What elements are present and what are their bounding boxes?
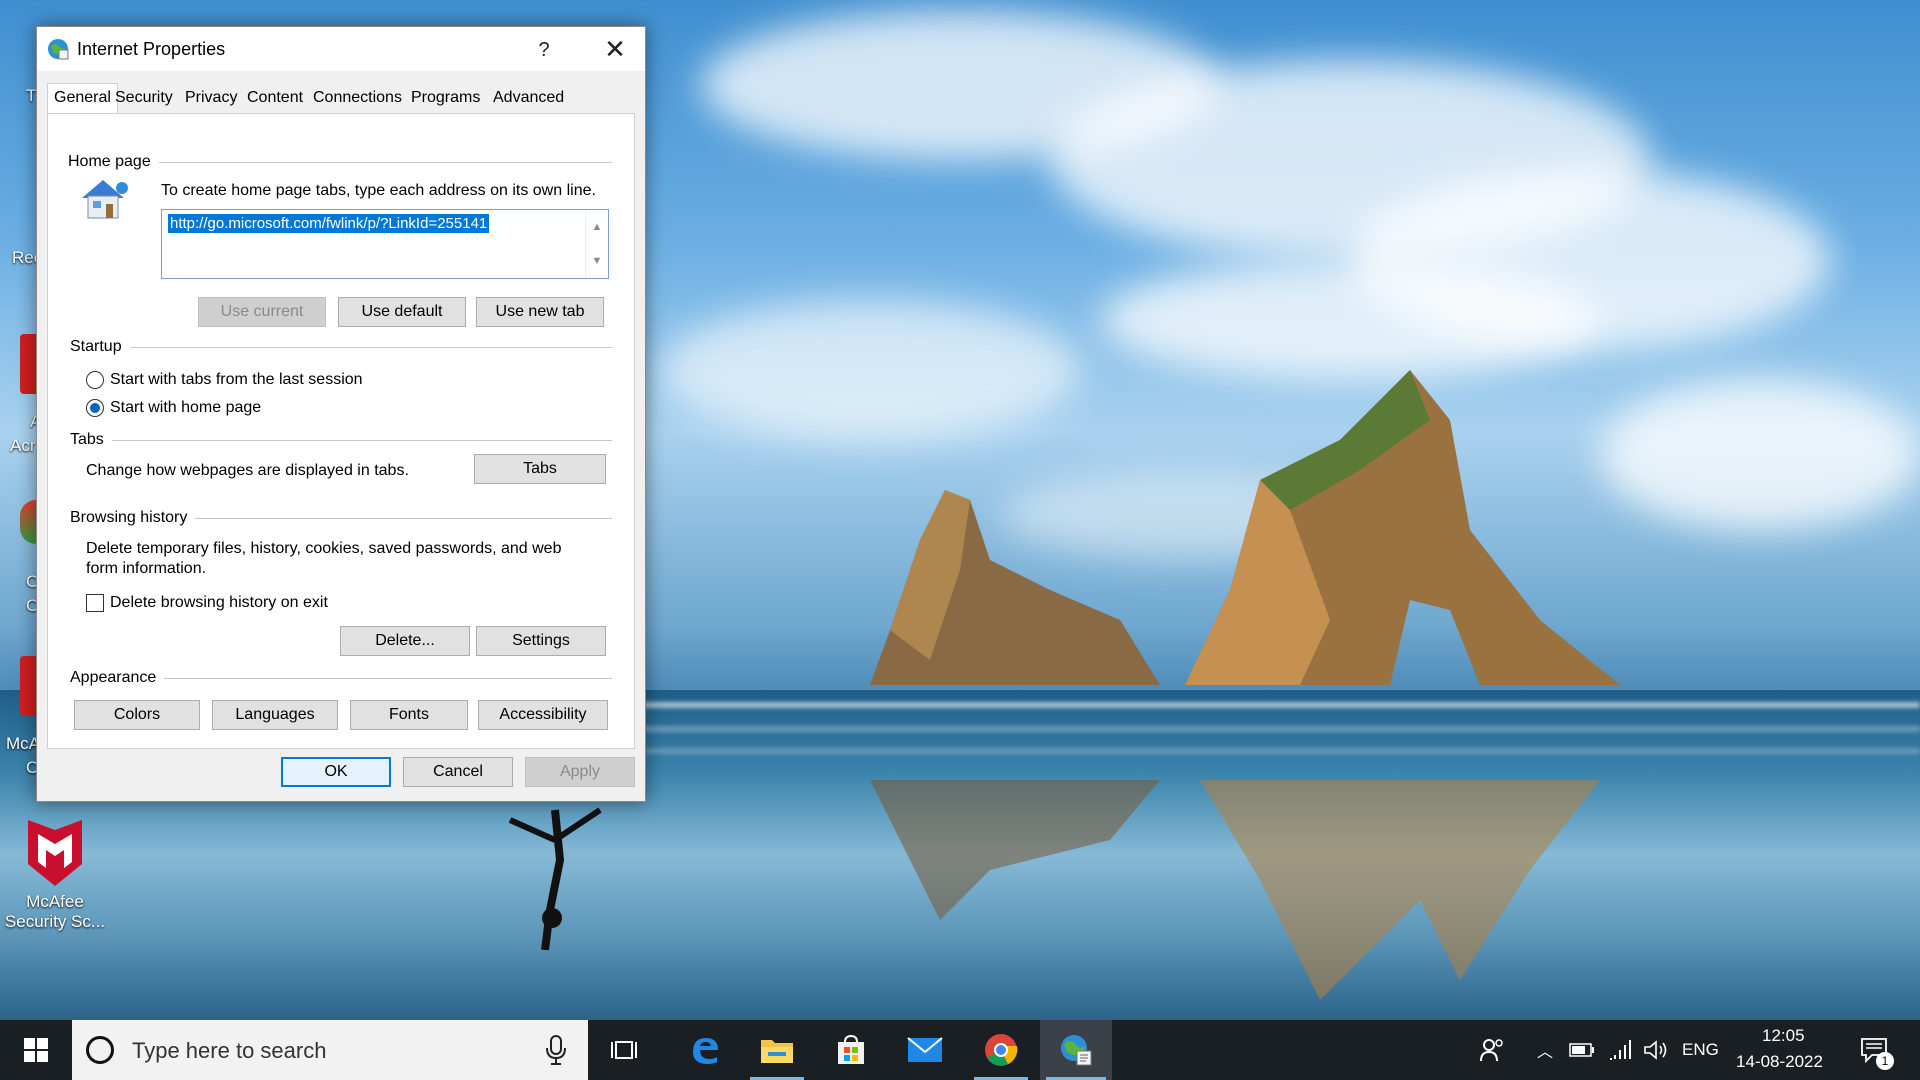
edge-browser-icon — [693, 1038, 718, 1064]
desktop-icon-label: McAfee — [26, 892, 84, 911]
network-indicator[interactable] — [1604, 1020, 1636, 1080]
delete-history-on-exit-label[interactable]: Delete browsing history on exit — [110, 594, 328, 612]
tabs-group-title: Tabs — [70, 431, 112, 449]
taskbar-chrome[interactable] — [968, 1020, 1034, 1080]
cancel-button[interactable]: Cancel — [403, 757, 513, 787]
search-placeholder: Type here to search — [132, 1038, 327, 1063]
internet-options-icon — [1061, 1035, 1092, 1066]
desktop-partial-label: T — [26, 86, 37, 105]
apply-button[interactable]: Apply — [525, 757, 635, 787]
mail-envelope-icon — [907, 1037, 943, 1062]
desktop-icon-partial[interactable] — [20, 334, 36, 394]
show-hidden-icons-button[interactable]: ︿ — [1530, 1020, 1560, 1080]
people-icon — [1480, 1039, 1503, 1062]
help-button[interactable]: ? — [527, 35, 561, 65]
desktop-icon-partial[interactable] — [20, 500, 36, 544]
tabs-description: Change how webpages are displayed in tab… — [86, 462, 409, 479]
group-separator — [70, 347, 612, 348]
taskbar-mail[interactable] — [892, 1020, 958, 1080]
notification-count-badge: 1 — [1876, 1052, 1894, 1070]
tab-security[interactable]: Security — [109, 85, 179, 111]
use-new-tab-button[interactable]: Use new tab — [476, 297, 604, 327]
tab-content[interactable]: Content — [241, 85, 309, 111]
internet-globe-icon — [47, 38, 69, 60]
taskbar-store[interactable] — [818, 1020, 884, 1080]
general-tab-panel: Home page To create home page tabs, type… — [47, 113, 635, 749]
chrome-browser-icon — [985, 1034, 1018, 1066]
fonts-button[interactable]: Fonts — [350, 700, 468, 730]
group-separator — [70, 440, 612, 441]
taskbar-internet-properties[interactable] — [1040, 1020, 1112, 1080]
browsing-history-description-line1: Delete temporary files, history, cookies… — [86, 540, 562, 557]
task-view-icon — [611, 1041, 637, 1059]
store-bag-icon — [838, 1034, 864, 1064]
microphone-icon[interactable] — [544, 1034, 568, 1066]
start-button[interactable] — [0, 1020, 72, 1080]
tab-connections[interactable]: Connections — [307, 85, 408, 111]
languages-button[interactable]: Languages — [212, 700, 338, 730]
tab-advanced[interactable]: Advanced — [487, 85, 570, 111]
startup-last-session-label[interactable]: Start with tabs from the last session — [110, 371, 363, 389]
speaker-icon — [1644, 1040, 1667, 1060]
taskbar-edge[interactable] — [672, 1020, 738, 1080]
desktop-icon-partial[interactable] — [20, 656, 36, 716]
chevron-up-icon: ︿ — [1536, 1044, 1553, 1061]
url-scrollbar[interactable]: ▲ ▼ — [585, 210, 608, 278]
home-page-url-textarea[interactable]: http://go.microsoft.com/fwlink/p/?LinkId… — [161, 209, 609, 279]
internet-properties-dialog: Internet Properties ? ✕ General Security… — [36, 26, 646, 802]
ok-button[interactable]: OK — [281, 757, 391, 787]
tab-privacy[interactable]: Privacy — [179, 85, 243, 111]
delete-history-on-exit-checkbox[interactable] — [86, 594, 104, 612]
home-page-url-text: http://go.microsoft.com/fwlink/p/?LinkId… — [168, 214, 490, 233]
accessibility-button[interactable]: Accessibility — [478, 700, 608, 730]
tabs-settings-button[interactable]: Tabs — [474, 454, 606, 484]
browsing-history-group-title: Browsing history — [70, 509, 196, 527]
colors-button[interactable]: Colors — [74, 700, 200, 730]
home-page-group-title: Home page — [68, 153, 159, 171]
action-center-button[interactable]: 1 — [1852, 1020, 1896, 1080]
home-page-house-icon — [78, 176, 128, 220]
startup-group-title: Startup — [70, 338, 130, 356]
cortana-circle-icon — [86, 1036, 114, 1064]
delete-history-button[interactable]: Delete... — [340, 626, 470, 656]
startup-home-page-radio[interactable] — [86, 399, 104, 417]
wifi-icon — [1610, 1040, 1631, 1060]
input-language-indicator[interactable]: ENG — [1682, 1040, 1719, 1060]
use-current-button[interactable]: Use current — [198, 297, 326, 327]
mcafee-shield-icon — [22, 816, 88, 888]
appearance-group-title: Appearance — [70, 669, 165, 687]
battery-indicator[interactable] — [1566, 1020, 1598, 1080]
browsing-history-description-line2: form information. — [86, 560, 207, 577]
startup-home-page-label[interactable]: Start with home page — [110, 399, 261, 417]
taskbar: Type here to search ︿ ENG 12:05 14-08-20… — [0, 1020, 1920, 1080]
task-view-button[interactable] — [596, 1020, 652, 1080]
clock-time[interactable]: 12:05 — [1762, 1026, 1805, 1046]
taskbar-file-explorer[interactable] — [744, 1020, 810, 1080]
dialog-title: Internet Properties — [77, 39, 226, 59]
tab-general[interactable]: General — [47, 83, 118, 114]
desktop-icon-mcafee[interactable]: McAfee Security Sc... — [0, 816, 110, 932]
taskbar-search-box[interactable]: Type here to search — [72, 1020, 588, 1080]
scroll-down-icon[interactable]: ▼ — [586, 244, 608, 278]
close-button[interactable]: ✕ — [593, 31, 637, 67]
desktop-partial-label: McA — [6, 734, 40, 753]
home-page-instruction: To create home page tabs, type each addr… — [161, 182, 596, 199]
folder-icon — [761, 1040, 793, 1063]
clock-date[interactable]: 14-08-2022 — [1736, 1052, 1823, 1072]
tab-programs[interactable]: Programs — [405, 85, 486, 111]
people-button[interactable] — [1474, 1020, 1510, 1080]
title-bar[interactable]: Internet Properties ? ✕ — [37, 27, 645, 71]
desktop-partial-label: Acr — [10, 436, 36, 455]
scroll-up-icon[interactable]: ▲ — [586, 210, 608, 244]
battery-icon — [1569, 1043, 1594, 1057]
use-default-button[interactable]: Use default — [338, 297, 466, 327]
history-settings-button[interactable]: Settings — [476, 626, 606, 656]
volume-indicator[interactable] — [1640, 1020, 1672, 1080]
windows-logo-icon — [24, 1038, 48, 1062]
desktop-icon-label: Security Sc... — [4, 912, 106, 931]
startup-last-session-radio[interactable] — [86, 371, 104, 389]
